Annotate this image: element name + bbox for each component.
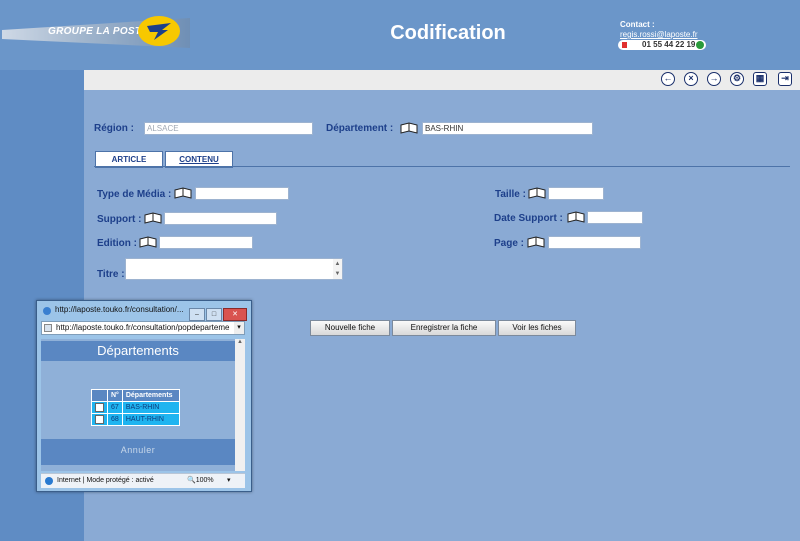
flag-icon [622,42,632,48]
contact-phone: 01 55 44 22 19 [642,40,696,49]
support-label: Support : [97,214,142,225]
checkbox[interactable] [95,403,104,412]
ie-icon [43,307,51,315]
table-header-row: N° Départements [91,389,180,402]
export-icon[interactable]: ⇥ [778,72,792,86]
popup-status-bar: Internet | Mode protégé : activé 🔍100% ▾ [41,473,245,488]
call-icon[interactable] [696,41,704,49]
titre-label: Titre : [97,269,125,280]
region-input[interactable]: ALSACE [144,122,313,135]
popup-address-text: http://laposte.touko.fr/consultation/pop… [56,323,230,332]
voir-fiches-button[interactable]: Voir les fiches [498,320,576,336]
departement-label: Département : [326,123,394,134]
book-icon[interactable] [139,236,157,248]
page-label: Page : [494,238,525,249]
book-icon[interactable] [528,187,546,199]
page-title: Codification [390,22,506,44]
popup-address-bar[interactable]: http://laposte.touko.fr/consultation/pop… [41,321,245,335]
popup-scrollbar[interactable]: ▲ [235,339,245,471]
type-media-label: Type de Média : [97,189,172,200]
globe-icon [45,477,53,485]
popup-content: Départements N° Départements 67 BAS-RHIN… [41,339,235,471]
book-icon[interactable] [144,212,162,224]
la-poste-bird-icon [138,16,180,46]
departement-input[interactable]: BAS-RHIN [422,122,593,135]
date-support-input[interactable] [587,211,643,224]
grid-icon[interactable]: ▦ [753,72,767,86]
maximize-icon[interactable]: □ [206,308,222,321]
contact-label: Contact : [620,20,655,29]
contact-email-link[interactable]: regis.rossi@laposte.fr [620,30,697,39]
row-name[interactable]: HAUT-RHIN [121,413,180,426]
window-controls: – □ ✕ [188,303,247,321]
book-icon[interactable] [567,211,585,223]
enregistrer-fiche-button[interactable]: Enregistrer la fiche [392,320,496,336]
table-row[interactable]: 67 BAS-RHIN [91,401,180,414]
titre-textarea[interactable]: ▲ ▼ [125,258,343,280]
row-checkbox-cell[interactable] [91,413,108,426]
table-header-num: N° [107,389,123,402]
row-name[interactable]: BAS-RHIN [121,401,180,414]
row-num: 67 [107,401,123,414]
region-label: Région : [94,123,134,134]
taille-label: Taille : [495,189,526,200]
annuler-button[interactable]: Annuler [41,445,235,455]
popup-window-title: http://laposte.touko.fr/consultation/... [55,305,184,314]
zoom-value: 100% [195,477,214,484]
date-support-label: Date Support : [494,213,563,224]
page-input[interactable] [548,236,641,249]
back-icon[interactable]: ← [661,72,675,86]
logo-text: GROUPE LA POSTE [48,26,149,37]
minimize-icon[interactable]: – [189,308,205,321]
tab-divider [94,166,790,167]
edition-label: Edition : [97,238,137,249]
book-icon[interactable] [527,236,545,248]
table-header-name: Départements [121,389,180,402]
checkbox[interactable] [95,415,104,424]
phone-badge: 01 55 44 22 19 [618,40,706,50]
departements-table: N° Départements 67 BAS-RHIN 68 HAUT-RHIN [91,389,180,426]
chevron-down-icon[interactable]: ▾ [227,474,231,488]
departements-popup-window: http://laposte.touko.fr/consultation/...… [36,300,252,492]
table-header-checkbox [91,389,108,402]
forward-icon[interactable]: → [707,72,721,86]
edition-input[interactable] [159,236,253,249]
table-row[interactable]: 68 HAUT-RHIN [91,413,180,426]
settings-icon[interactable]: ⚙ [730,72,744,86]
book-icon[interactable] [174,187,192,199]
row-checkbox-cell[interactable] [91,401,108,414]
textarea-scrollbar[interactable]: ▲ ▼ [333,259,342,279]
row-num: 68 [107,413,123,426]
taille-input[interactable] [548,187,604,200]
close-icon[interactable]: ✕ [223,308,247,321]
page-icon [44,324,52,332]
chevron-down-icon[interactable]: ▾ [234,322,244,334]
zoom-level[interactable]: 🔍100% [187,474,214,488]
close-circle-icon[interactable]: × [684,72,698,86]
popup-heading: Départements [41,341,235,361]
status-text: Internet | Mode protégé : activé [57,477,154,484]
nouvelle-fiche-button[interactable]: Nouvelle fiche [310,320,390,336]
type-media-input[interactable] [195,187,289,200]
support-input[interactable] [164,212,277,225]
book-icon[interactable] [400,122,418,134]
